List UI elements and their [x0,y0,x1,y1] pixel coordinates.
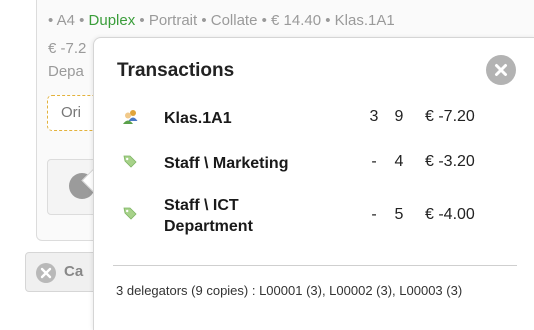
group-users-icon [122,109,140,130]
transaction-amount: € -7.20 [425,108,475,125]
job-summary-prefix: • A4 • [48,12,89,29]
transaction-count-2: 4 [394,153,404,170]
transaction-amount: € -3.20 [425,153,475,170]
transaction-name: Staff \ Marketing [164,155,289,172]
tag-icon [122,153,138,174]
transaction-count-1: 3 [369,108,379,125]
original-button-label: Ori [61,104,81,121]
close-icon [495,64,507,76]
close-button[interactable] [486,55,516,85]
transaction-count-2: 5 [394,206,404,223]
transaction-name: Klas.1A1 [164,110,232,127]
transaction-name: Staff \ ICT Department [164,195,253,237]
job-summary-suffix: • Portrait • Collate • € 14.40 • Klas.1A… [135,12,395,29]
transaction-amount: € -4.00 [425,206,475,223]
duplex-label: Duplex [88,12,136,29]
cancel-x-icon [36,263,56,283]
transaction-count-2: 9 [394,108,404,125]
transaction-count-1: - [371,153,377,170]
popup-title: Transactions [117,60,235,81]
job-department-line: Depa [48,63,84,80]
job-cost-line: € -7.2 [48,40,87,57]
transaction-name-line-1: Staff \ ICT [164,197,239,214]
tag-icon [122,205,138,226]
job-summary-line: • A4 • Duplex • Portrait • Collate • € 1… [48,12,395,30]
divider [113,265,517,266]
delegators-summary: 3 delegators (9 copies) : L00001 (3), L0… [116,283,463,298]
transaction-name-line-2: Department [164,218,253,235]
transaction-count-1: - [371,206,377,223]
transactions-popup: Transactions Klas.1A1 3 9 € -7.20 Staff … [93,37,534,330]
cancel-button-label: Ca [64,263,84,280]
